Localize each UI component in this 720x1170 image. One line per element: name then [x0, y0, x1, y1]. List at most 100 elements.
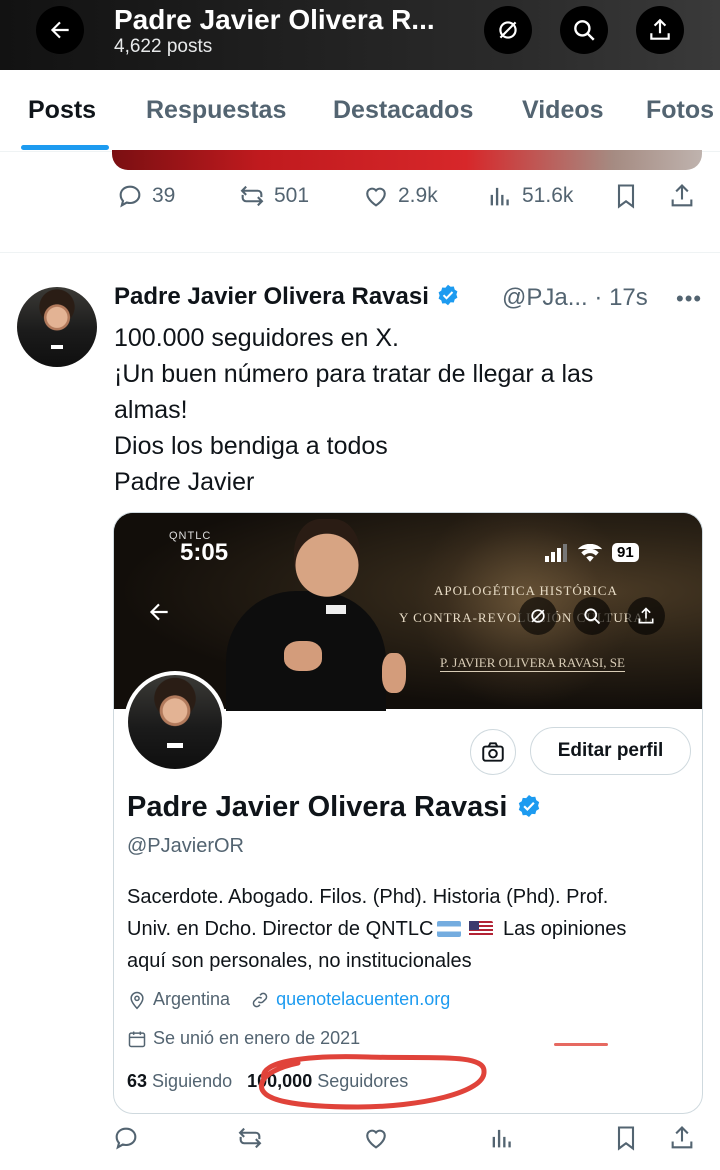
card-avatar — [128, 675, 222, 769]
post-author-name[interactable]: Padre Javier Olivera Ravasi — [114, 283, 460, 311]
tab-videos[interactable]: Videos — [522, 96, 604, 125]
share-post-button[interactable] — [668, 1124, 696, 1152]
more-options-icon[interactable]: ••• — [676, 286, 702, 312]
card-profile-name: Padre Javier Olivera Ravasi — [127, 791, 542, 824]
like-button[interactable] — [362, 1124, 390, 1152]
verified-badge-icon — [518, 794, 539, 818]
post-line: 100.000 seguidores en X. — [114, 324, 399, 352]
heart-icon — [366, 1129, 386, 1149]
share-icon — [671, 184, 693, 207]
previous-post-media[interactable] — [112, 150, 702, 170]
post-handle[interactable]: @PJa... · 17s — [502, 284, 648, 312]
views-button[interactable]: 51.6k — [486, 182, 573, 210]
repost-icon — [240, 185, 264, 207]
bookmark-button[interactable] — [612, 182, 640, 210]
post-media-screenshot[interactable]: QNTLC 5:05 91 APOLOGÉTICA HISTÓRICA Y CO… — [113, 512, 703, 1114]
post-actions — [0, 1124, 720, 1164]
share-icon — [627, 597, 665, 635]
post-line: ¡Un buen número para tratar de llegar a … — [114, 360, 594, 388]
website-link: quenotelacuenten.org — [276, 989, 451, 1009]
grok-icon — [519, 597, 557, 635]
card-bio: Sacerdote. Abogado. Filos. (Phd). Histor… — [127, 881, 697, 977]
bio-text: Las opiniones — [502, 918, 627, 940]
banner-figure-collar — [326, 605, 346, 614]
posts-count: 4,622 posts — [114, 36, 213, 57]
location-text: Argentina — [153, 989, 231, 1009]
arrow-left-icon — [146, 599, 172, 630]
heart-icon — [366, 187, 386, 207]
share-icon — [671, 1126, 693, 1149]
banner-text: P. JAVIER OLIVERA RAVASI, SE — [440, 655, 625, 672]
annotation-mark — [554, 1043, 608, 1046]
bio-line: Sacerdote. Abogado. Filos. (Phd). Histor… — [127, 886, 609, 908]
reply-count: 39 — [152, 184, 176, 207]
signal-icon — [545, 543, 567, 562]
card-profile-name-label: Padre Javier Olivera Ravasi — [127, 791, 508, 823]
views-count: 51.6k — [522, 184, 574, 207]
tab-respuestas[interactable]: Respuestas — [146, 96, 286, 125]
like-button[interactable]: 2.9k — [362, 182, 438, 210]
banner-figure-hand — [382, 653, 406, 693]
repost-button[interactable] — [236, 1124, 264, 1152]
tab-posts[interactable]: Posts — [28, 96, 96, 125]
follow-stats: 63 Siguiendo 100,000 Seguidores — [127, 1071, 408, 1092]
edit-profile-button: Editar perfil — [530, 727, 691, 775]
post-author-label: Padre Javier Olivera Ravasi — [114, 283, 429, 310]
repost-button[interactable]: 501 — [238, 182, 309, 210]
post-time: 17s — [609, 284, 648, 311]
joined-row: Se unió en enero de 2021 — [127, 1028, 360, 1049]
camera-button — [470, 729, 516, 775]
calendar-icon — [128, 1031, 146, 1047]
argentina-flag-icon — [437, 921, 462, 937]
bookmark-icon — [617, 184, 635, 209]
profile-meta: Argentina quenotelacuenten.org — [127, 989, 450, 1010]
views-button[interactable] — [488, 1124, 516, 1152]
avatar-collar — [50, 344, 64, 350]
status-icons: 91 — [544, 543, 639, 562]
bookmark-button[interactable] — [612, 1124, 640, 1152]
grok-button[interactable] — [484, 6, 532, 54]
post-line: almas! — [114, 396, 188, 424]
post-line: Dios los bendiga a todos — [114, 432, 388, 460]
search-icon — [574, 20, 595, 41]
share-post-button[interactable] — [668, 182, 696, 210]
banner-figure-head — [294, 519, 360, 603]
battery-level: 91 — [612, 543, 639, 562]
arrow-left-icon — [50, 21, 69, 39]
post-handle-label: @PJa... — [502, 284, 588, 311]
following-label: Siguiendo — [152, 1071, 233, 1091]
followers-count: 100,000 — [247, 1071, 313, 1091]
joined-text: Se unió en enero de 2021 — [153, 1028, 361, 1048]
back-button[interactable] — [36, 6, 84, 54]
avatar[interactable] — [17, 287, 97, 367]
banner-figure-hand — [284, 641, 322, 671]
banner-icons — [519, 597, 665, 635]
tab-destacados[interactable]: Destacados — [333, 96, 473, 125]
reply-button[interactable]: 39 — [116, 182, 175, 210]
reply-icon — [119, 185, 141, 208]
card-profile-handle: @PJavierOR — [127, 835, 244, 857]
status-time: 5:05 — [180, 539, 229, 566]
bio-line: aquí son personales, no institucionales — [127, 950, 472, 972]
verified-badge-icon — [438, 284, 457, 306]
share-button[interactable] — [636, 6, 684, 54]
reply-icon — [115, 1127, 137, 1150]
post-divider — [0, 252, 720, 253]
time-separator: · — [587, 284, 610, 311]
reply-button[interactable] — [112, 1124, 140, 1152]
camera-icon — [482, 742, 504, 762]
repost-icon — [238, 1127, 262, 1149]
bookmark-icon — [617, 1126, 635, 1151]
profile-tabs: Posts Respuestas Destacados Videos Fotos — [0, 70, 720, 152]
like-count: 2.9k — [398, 184, 438, 207]
views-icon — [492, 1129, 511, 1148]
bio-line: Univ. en Dcho. Director de QNTLC Las opi… — [127, 913, 697, 945]
search-button[interactable] — [560, 6, 608, 54]
post-line: Padre Javier — [114, 468, 255, 496]
repost-count: 501 — [274, 184, 310, 207]
share-icon — [650, 18, 670, 40]
post-text: 100.000 seguidores en X. ¡Un buen número… — [114, 320, 684, 500]
profile-title: Padre Javier Olivera R... — [114, 4, 435, 35]
previous-post-actions: 39 501 2.9k 51.6k — [0, 182, 720, 222]
tab-fotos[interactable]: Fotos — [646, 96, 714, 125]
